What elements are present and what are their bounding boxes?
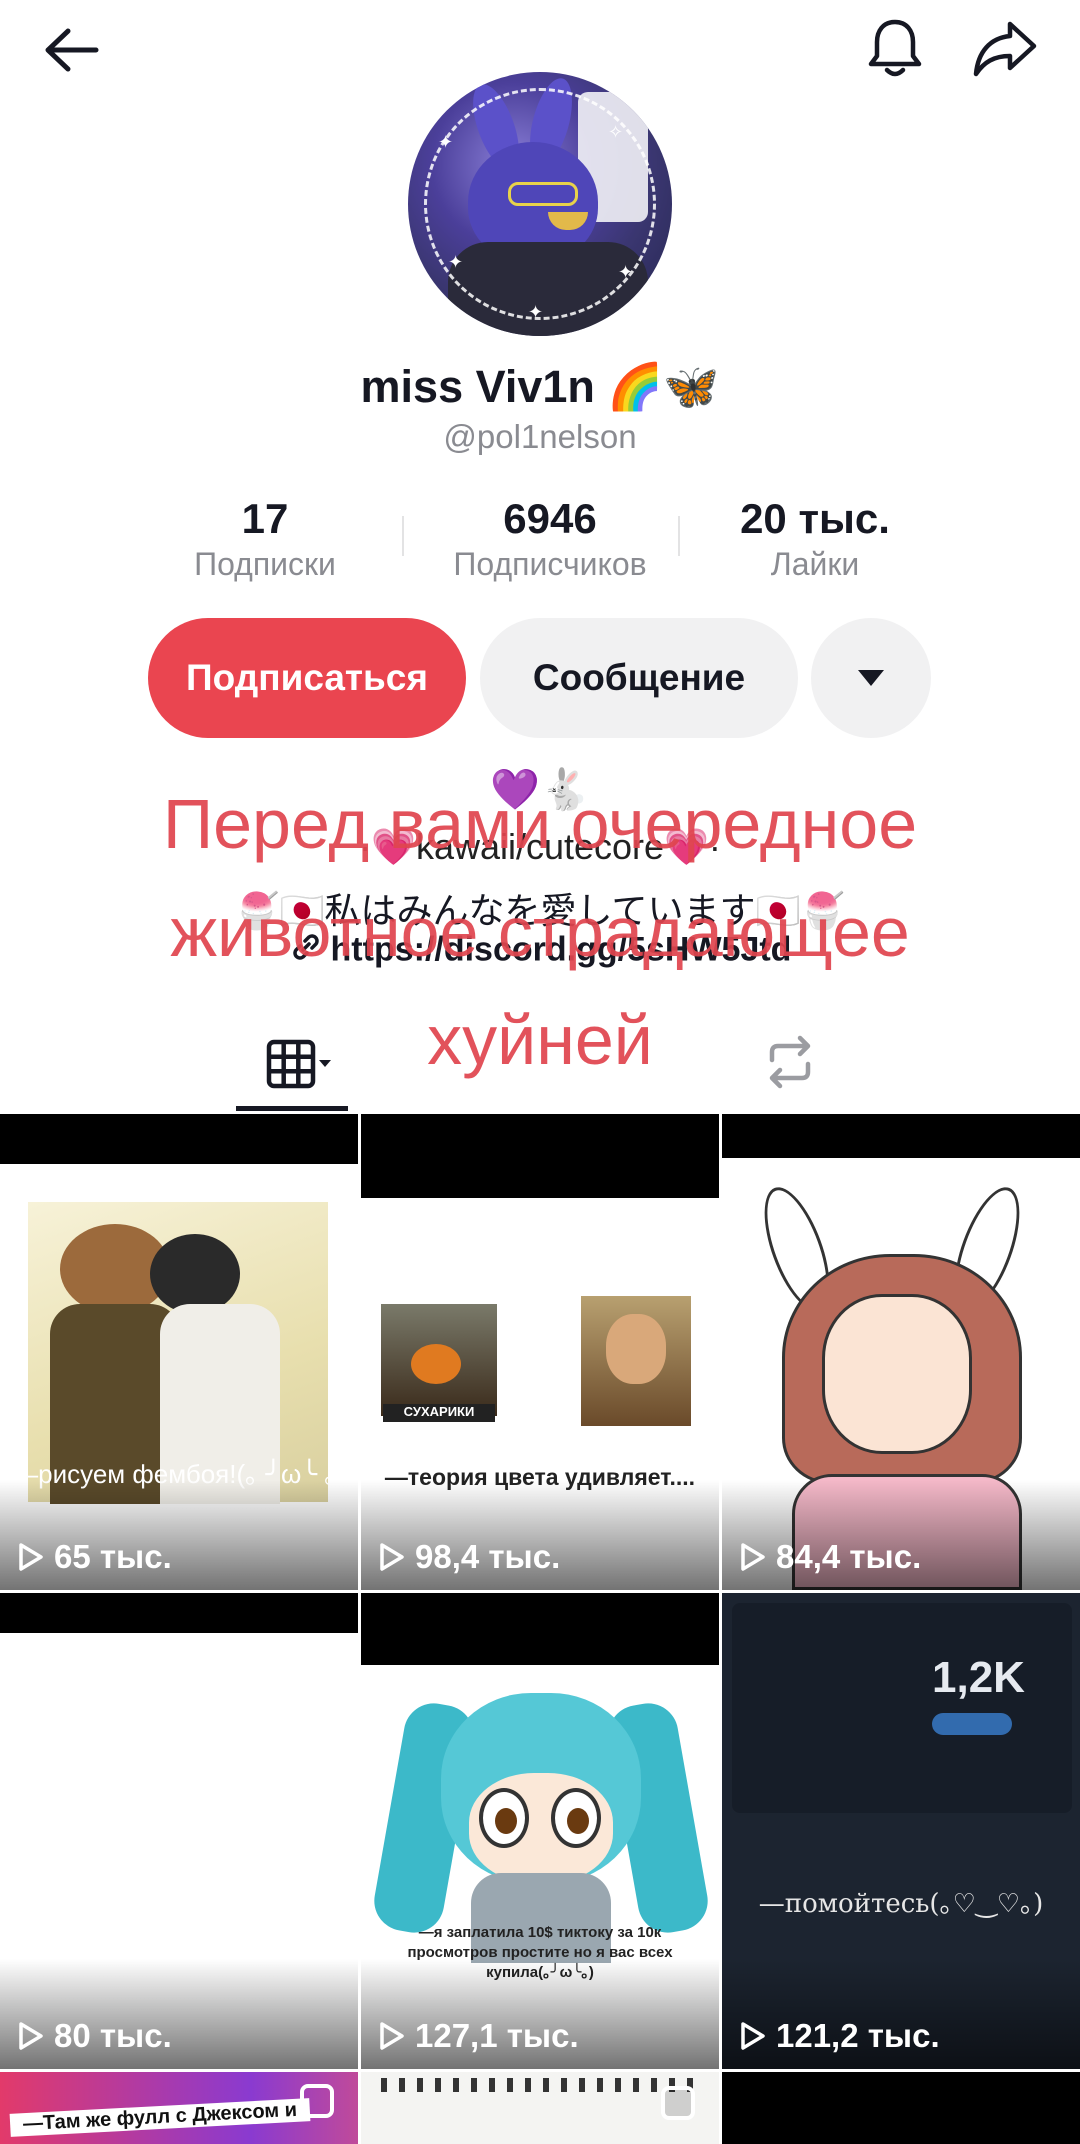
follow-button[interactable]: Подписаться: [148, 618, 466, 738]
view-count: 84,4 тыс.: [740, 1538, 921, 1576]
suggested-accounts-button[interactable]: [811, 618, 931, 738]
divider: [678, 516, 680, 556]
play-icon: [380, 2022, 404, 2050]
video-tile[interactable]: —я заплатила 10$ тиктоку за 10к просмотр…: [361, 1593, 719, 2069]
tab-videos[interactable]: [236, 1010, 346, 1114]
followers-count: 6946: [503, 495, 597, 542]
avatar[interactable]: ✦ ✦ ✦ ✧ ✦: [408, 72, 672, 336]
video-tile[interactable]: 84,4 тыс.: [722, 1114, 1080, 1590]
play-icon: [19, 2022, 43, 2050]
likes-label: Лайки: [770, 546, 860, 582]
view-count: 127,1 тыс.: [379, 2017, 579, 2055]
stat-following[interactable]: 17 Подписки: [140, 494, 390, 584]
stat-likes[interactable]: 20 тыс. Лайки: [685, 494, 945, 584]
video-tile[interactable]: [361, 2072, 719, 2144]
video-label: СУХАРИКИ: [383, 1404, 495, 1422]
video-caption: —Там же фулл с Джексом и: [9, 2098, 311, 2137]
video-tile[interactable]: [722, 2072, 1080, 2144]
following-label: Подписки: [194, 546, 336, 582]
play-icon: [19, 1543, 43, 1571]
video-tile[interactable]: 1,2K —помойтесь(｡♡‿♡｡) 121,2 тыс.: [722, 1593, 1080, 2069]
view-count: 98,4 тыс.: [379, 1538, 560, 1576]
view-count: 121,2 тыс.: [740, 2017, 940, 2055]
back-arrow-icon[interactable]: [30, 10, 110, 90]
display-name: miss Viv1n 🌈🦋: [360, 361, 720, 412]
repost-icon: [769, 1035, 811, 1089]
profile-stats: 17 Подписки 6946 Подписчиков 20 тыс. Лай…: [140, 494, 940, 584]
video-grid: —рисуем фембоя!(｡ ╯ω╰ ｡) 65 тыс. СУХАРИК…: [0, 1114, 1080, 2144]
video-tile[interactable]: —рисуем фембоя!(｡ ╯ω╰ ｡) 65 тыс.: [0, 1114, 358, 1590]
pinned-icon: [661, 2086, 695, 2120]
following-count: 17: [241, 495, 289, 542]
tab-reposts[interactable]: [740, 1010, 840, 1114]
caret-down-icon: [858, 670, 884, 686]
play-icon: [380, 1543, 404, 1571]
play-icon: [741, 1543, 765, 1571]
view-count: 80 тыс.: [18, 2017, 172, 2055]
grid-icon: [266, 1039, 331, 1089]
video-caption: —помойтесь(｡♡‿♡｡): [758, 1889, 1044, 1919]
likes-count: 20 тыс.: [740, 495, 890, 542]
share-arrow-icon[interactable]: [965, 8, 1045, 88]
followers-label: Подписчиков: [453, 546, 647, 582]
active-tab-indicator: [236, 1106, 348, 1111]
profile-tabs: [0, 1010, 1080, 1114]
username: @pol1nelson: [443, 418, 637, 455]
stat-followers[interactable]: 6946 Подписчиков: [420, 494, 680, 584]
overlay-line-1: Перед вами очередное: [162, 785, 918, 863]
video-tile[interactable]: 80 тыс.: [0, 1593, 358, 2069]
divider: [402, 516, 404, 556]
message-button[interactable]: Сообщение: [480, 618, 798, 738]
pinned-icon: [300, 2084, 334, 2118]
view-count: 65 тыс.: [18, 1538, 172, 1576]
video-overlay-number: 1,2K: [932, 1653, 1025, 1702]
video-tile[interactable]: —Там же фулл с Джексом и: [0, 2072, 358, 2144]
play-icon: [741, 2022, 765, 2050]
video-tile[interactable]: СУХАРИКИ —теория цвета удивляет.... 98,4…: [361, 1114, 719, 1590]
bell-icon[interactable]: [855, 8, 935, 88]
overlay-line-2: животное страдающее: [170, 893, 910, 971]
